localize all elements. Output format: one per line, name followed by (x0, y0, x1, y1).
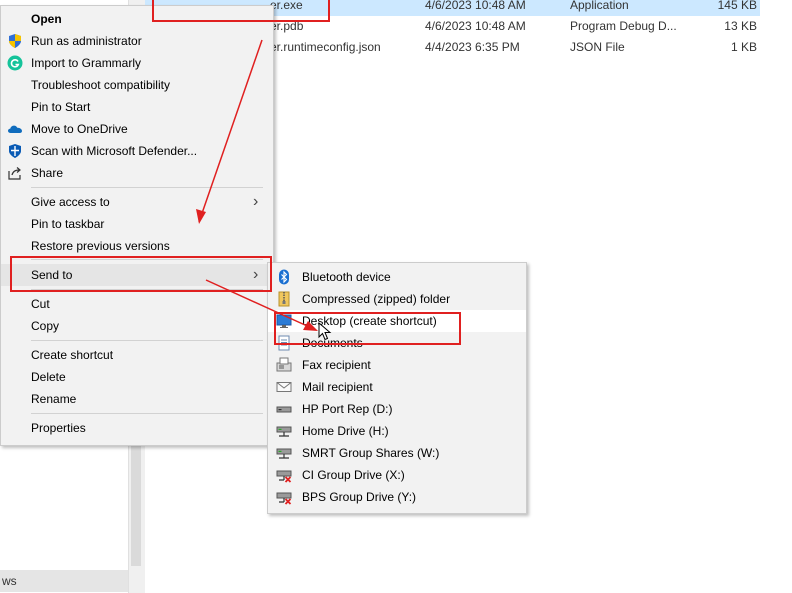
network-drive-icon (276, 423, 292, 439)
annotation-highlight-desktop-shortcut (274, 312, 461, 345)
submenu-item-label: BPS Group Drive (Y:) (302, 490, 417, 504)
send-to-hp-port-rep[interactable]: HP Port Rep (D:) (268, 398, 526, 420)
defender-icon (7, 143, 23, 159)
menu-item-label: Restore previous versions (31, 239, 170, 253)
submenu-item-label: Fax recipient (302, 358, 371, 372)
menu-item-scan-with-defender[interactable]: Scan with Microsoft Defender... (1, 140, 273, 162)
chevron-right-icon: › (253, 193, 259, 210)
menu-separator (31, 413, 263, 414)
menu-item-troubleshoot-compatibility[interactable]: Troubleshoot compatibility (1, 74, 273, 96)
zip-folder-icon (276, 291, 292, 307)
annotation-highlight-send-to (10, 256, 272, 292)
file-date: 4/4/2023 6:35 PM (425, 40, 520, 54)
file-size: 13 KB (724, 19, 757, 33)
menu-item-label: Create shortcut (31, 348, 114, 362)
send-to-home-drive[interactable]: Home Drive (H:) (268, 420, 526, 442)
file-type: JSON File (570, 40, 625, 54)
menu-item-label: Scan with Microsoft Defender... (31, 144, 198, 158)
disconnected-drive-icon (276, 467, 292, 483)
submenu-item-label: Home Drive (H:) (302, 424, 389, 438)
menu-item-run-as-administrator[interactable]: Run as administrator (1, 30, 273, 52)
menu-item-pin-to-start[interactable]: Pin to Start (1, 96, 273, 118)
submenu-item-label: Compressed (zipped) folder (302, 292, 451, 306)
drive-icon (276, 401, 292, 417)
menu-item-move-to-onedrive[interactable]: Move to OneDrive (1, 118, 273, 140)
menu-item-label: Open (31, 12, 62, 26)
menu-item-give-access-to[interactable]: Give access to › (1, 191, 273, 213)
network-drive-icon (276, 445, 292, 461)
menu-item-import-to-grammarly[interactable]: Import to Grammarly (1, 52, 273, 74)
file-size: 1 KB (730, 40, 757, 54)
menu-item-pin-to-taskbar[interactable]: Pin to taskbar (1, 213, 273, 235)
menu-separator (31, 187, 263, 188)
menu-item-label: Rename (31, 392, 77, 406)
submenu-item-label: Bluetooth device (302, 270, 391, 284)
menu-item-restore-previous-versions[interactable]: Restore previous versions (1, 235, 273, 257)
menu-item-label: Properties (31, 421, 86, 435)
submenu-item-label: SMRT Group Shares (W:) (302, 446, 440, 460)
menu-item-label: Run as administrator (31, 34, 142, 48)
send-to-compressed-folder[interactable]: Compressed (zipped) folder (268, 288, 526, 310)
file-type: Application (570, 0, 629, 12)
menu-item-label: Pin to taskbar (31, 217, 105, 231)
menu-item-label: Share (31, 166, 64, 180)
nav-item[interactable]: ws (0, 570, 128, 592)
menu-item-label: Import to Grammarly (31, 56, 142, 70)
file-size: 145 KB (717, 0, 757, 12)
menu-item-share[interactable]: Share (1, 162, 273, 184)
onedrive-icon (7, 121, 23, 137)
send-to-bps-group-drive[interactable]: BPS Group Drive (Y:) (268, 486, 526, 508)
mail-icon (276, 379, 292, 395)
menu-item-label: Cut (31, 297, 50, 311)
menu-separator (31, 340, 263, 341)
menu-item-create-shortcut[interactable]: Create shortcut (1, 344, 273, 366)
annotation-highlight-file (152, 0, 330, 22)
menu-item-label: Move to OneDrive (31, 122, 128, 136)
submenu-item-label: Mail recipient (302, 380, 373, 394)
send-to-mail-recipient[interactable]: Mail recipient (268, 376, 526, 398)
bluetooth-icon (276, 269, 292, 285)
mouse-cursor-icon (318, 322, 332, 341)
context-menu: Open Run as administrator Import to Gram… (0, 5, 274, 446)
submenu-item-label: CI Group Drive (X:) (302, 468, 405, 482)
file-type: Program Debug D... (570, 19, 677, 33)
menu-item-label: Pin to Start (31, 100, 91, 114)
menu-item-copy[interactable]: Copy (1, 315, 273, 337)
menu-item-cut[interactable]: Cut (1, 293, 273, 315)
submenu-item-label: HP Port Rep (D:) (302, 402, 393, 416)
menu-item-label: Give access to (31, 195, 110, 209)
menu-item-label: Troubleshoot compatibility (31, 78, 170, 92)
send-to-ci-group-drive[interactable]: CI Group Drive (X:) (268, 464, 526, 486)
send-to-submenu: Bluetooth device Compressed (zipped) fol… (267, 262, 527, 514)
menu-item-delete[interactable]: Delete (1, 366, 273, 388)
menu-item-properties[interactable]: Properties (1, 417, 273, 439)
fax-icon (276, 357, 292, 373)
disconnected-drive-icon (276, 489, 292, 505)
send-to-fax-recipient[interactable]: Fax recipient (268, 354, 526, 376)
file-date: 4/6/2023 10:48 AM (425, 0, 526, 12)
shield-icon (7, 33, 23, 49)
share-icon (7, 165, 23, 181)
menu-item-label: Delete (31, 370, 66, 384)
send-to-bluetooth-device[interactable]: Bluetooth device (268, 266, 526, 288)
file-date: 4/6/2023 10:48 AM (425, 19, 526, 33)
menu-item-rename[interactable]: Rename (1, 388, 273, 410)
grammarly-icon (7, 55, 23, 71)
send-to-smrt-group-shares[interactable]: SMRT Group Shares (W:) (268, 442, 526, 464)
file-name: er.runtimeconfig.json (270, 40, 381, 54)
menu-item-label: Copy (31, 319, 60, 333)
